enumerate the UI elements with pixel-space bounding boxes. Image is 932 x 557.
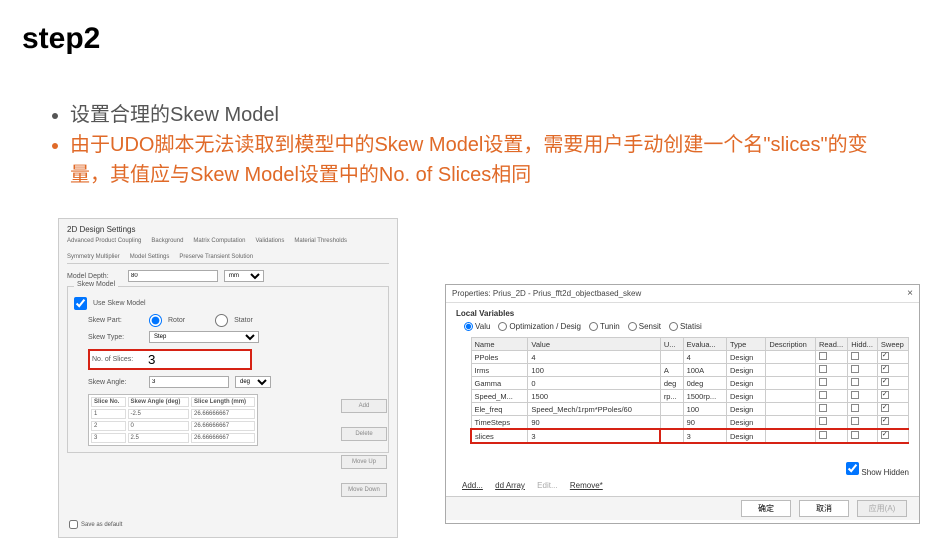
apply-button[interactable]: 应用(A) [857,500,907,517]
radio-label: Tunin [600,322,620,331]
tab[interactable]: Validations [255,238,284,244]
cancel-button[interactable]: 取消 [799,500,849,517]
table-row[interactable]: 2026.66666667 [91,421,255,431]
add-array-link[interactable]: dd Array [495,481,525,490]
radio-label: Statisi [680,322,702,331]
dialog-header: 2D Design Settings [67,225,389,234]
table-row[interactable]: PPoles44Design [471,351,909,364]
table-row[interactable]: slices33Design [471,429,909,443]
tab[interactable]: Model Settings [130,254,170,260]
dialog-footer: 确定 取消 应用(A) [446,496,919,520]
show-hidden-row: Show Hidden [456,462,909,477]
radio-value[interactable] [464,322,473,331]
table-header: NameValueU...Evalua...TypeDescriptionRea… [471,338,909,351]
radio-tuning[interactable] [589,322,598,331]
stator-label: Stator [234,317,253,324]
save-default-checkbox[interactable] [69,520,78,529]
radio-label: Optimization / Desig [509,322,581,331]
tab[interactable]: Preserve Transient Solution [179,254,253,260]
move-up-button[interactable]: Move Up [341,455,387,469]
tabs-row: Advanced Product Coupling Background Mat… [67,238,389,264]
no-of-slices-row: No. of Slices: [88,349,252,370]
bullet-2: 由于UDO脚本无法读取到模型中的Skew Model设置，需要用户手动创建一个名… [70,130,902,190]
rotor-label: Rotor [168,317,185,324]
move-down-button[interactable]: Move Down [341,483,387,497]
delete-button[interactable]: Delete [341,427,387,441]
model-depth-label: Model Depth: [67,273,122,280]
tab[interactable]: Matrix Computation [193,238,245,244]
radio-label: Sensit [639,322,661,331]
skew-type-label: Skew Type: [88,334,143,341]
radio-statist[interactable] [669,322,678,331]
close-icon[interactable]: × [907,288,913,299]
tab[interactable]: Symmetry Multiplier [67,254,120,260]
side-buttons: Add Delete Move Up Move Down [341,399,387,497]
show-hidden-checkbox[interactable] [846,462,859,475]
no-slices-label: No. of Slices: [92,356,142,363]
add-link[interactable]: Add... [462,481,483,490]
table-row[interactable]: 1-2.526.66666667 [91,409,255,419]
edit-link: Edit... [537,481,557,490]
table-row[interactable]: TimeSteps9090Design [471,416,909,430]
design-settings-dialog: 2D Design Settings Advanced Product Coup… [58,218,398,538]
use-skew-checkbox[interactable] [74,297,87,310]
table-row[interactable]: Speed_M...1500rp...1500rp...Design [471,390,909,403]
table-row[interactable]: Ele_freqSpeed_Mech/1rpm*PPoles/60100Desi… [471,403,909,416]
tab[interactable]: Material Thresholds [294,238,347,244]
tab[interactable]: Background [151,238,183,244]
dialog-title: Properties: Prius_2D - Prius_fft2d_objec… [452,289,641,298]
skew-angle-label: Skew Angle: [88,379,143,386]
model-depth-input[interactable] [128,270,218,282]
radio-opt[interactable] [498,322,507,331]
model-depth-unit[interactable]: mm [224,270,264,282]
show-hidden-label: Show Hidden [861,468,909,477]
skew-angle-unit[interactable]: deg [235,376,271,388]
radio-label: Valu [475,322,490,331]
th: Slice No. [91,397,126,407]
variables-table: NameValueU...Evalua...TypeDescriptionRea… [470,337,909,444]
bullet-1: 设置合理的Skew Model [70,100,902,130]
table-row[interactable]: Irms100A100ADesign [471,364,909,377]
use-skew-label: Use Skew Model [93,300,146,307]
local-variables-label: Local Variables [456,309,909,318]
no-slices-input[interactable] [148,352,248,367]
add-button[interactable]: Add [341,399,387,413]
ok-button[interactable]: 确定 [741,500,791,517]
remove-link[interactable]: Remove* [570,481,603,490]
save-default-row: Save as default [69,520,122,529]
skew-angle-input[interactable] [149,376,229,388]
th: Slice Length (mm) [191,397,255,407]
group-legend: Skew Model [74,281,118,288]
table-row[interactable]: Gamma0deg0degDesign [471,377,909,390]
titlebar: Properties: Prius_2D - Prius_fft2d_objec… [446,285,919,303]
radio-sensit[interactable] [628,322,637,331]
th: Skew Angle (deg) [128,397,190,407]
skew-type-select[interactable]: Step [149,331,259,343]
slice-table: Slice No.Skew Angle (deg)Slice Length (m… [88,394,258,446]
properties-dialog: Properties: Prius_2D - Prius_fft2d_objec… [445,284,920,524]
view-radios: Valu Optimization / Desig Tunin Sensit S… [464,322,909,331]
save-default-label: Save as default [81,522,122,528]
bottom-links: Add... dd Array Edit... Remove* [462,481,909,490]
table-row[interactable]: 32.526.66666667 [91,433,255,443]
page-title: step2 [22,22,100,56]
stator-radio[interactable] [215,314,228,327]
tab[interactable]: Advanced Product Coupling [67,238,141,244]
bullet-list: 设置合理的Skew Model 由于UDO脚本无法读取到模型中的Skew Mod… [50,100,902,190]
skew-part-label: Skew Part: [88,317,143,324]
rotor-radio[interactable] [149,314,162,327]
